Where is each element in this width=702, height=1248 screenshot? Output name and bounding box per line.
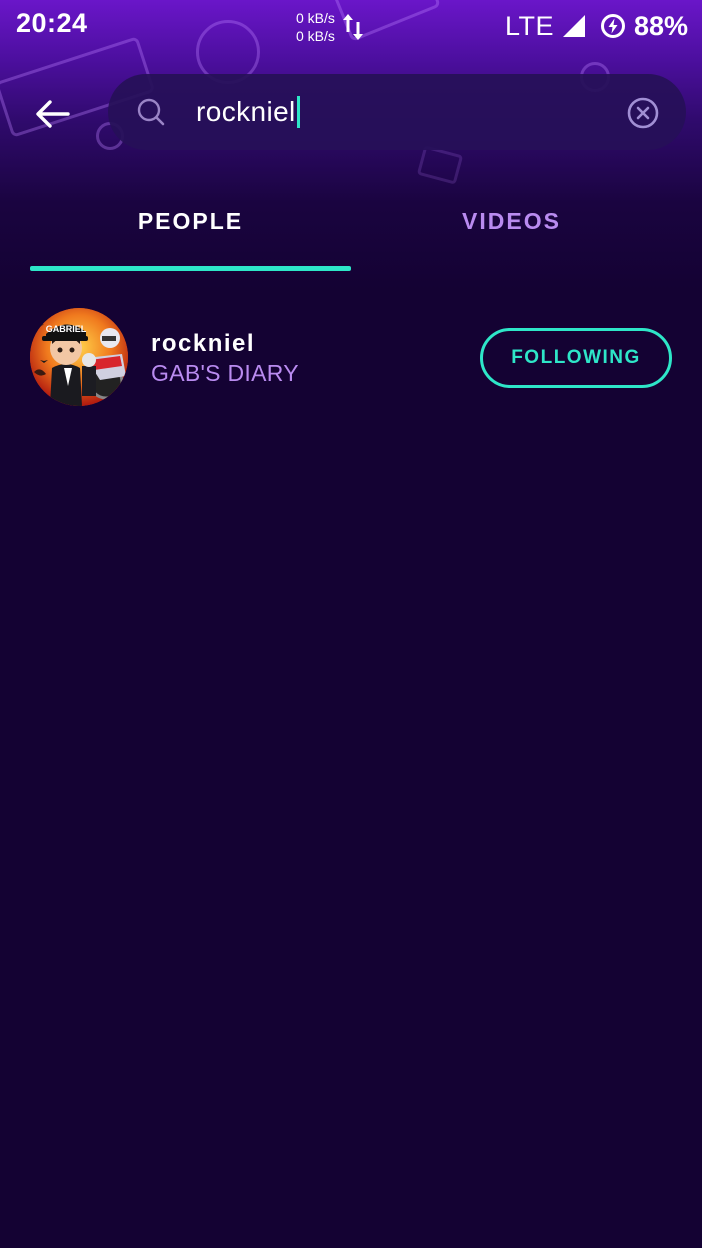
network-speed: 0 kB/s 0 kB/s — [296, 9, 335, 45]
battery-percent: 88% — [633, 10, 688, 41]
active-tab-indicator — [30, 266, 351, 271]
search-query: rockniel — [196, 96, 296, 127]
following-button[interactable]: FOLLOWING — [480, 328, 672, 388]
tab-people[interactable]: PEOPLE — [30, 190, 351, 272]
text-caret — [296, 96, 300, 128]
network-type: LTE — [504, 10, 554, 41]
tab-bar: PEOPLE VIDEOS — [30, 190, 672, 272]
avatar-image: GABRIEL — [30, 308, 128, 406]
arrow-left-icon — [36, 100, 70, 128]
signal-icon — [562, 15, 585, 37]
net-down-speed: 0 kB/s — [296, 28, 335, 44]
list-item[interactable]: GABRIEL rockniel GAB'S DIARY FOLLOWING — [30, 308, 672, 408]
clear-circle-icon[interactable] — [626, 96, 660, 130]
avatar-cap-text: GABRIEL — [46, 324, 87, 334]
decor-shape — [416, 145, 464, 185]
search-bar[interactable]: rockniel — [108, 74, 686, 150]
result-subtitle: GAB'S DIARY — [151, 360, 299, 386]
avatar[interactable]: GABRIEL — [30, 308, 128, 406]
up-down-arrows-icon — [343, 14, 363, 40]
battery-saver-icon — [600, 14, 625, 38]
search-input[interactable]: rockniel — [196, 90, 596, 134]
tab-videos[interactable]: VIDEOS — [351, 190, 672, 272]
status-right: LTE 88% — [505, 8, 688, 44]
search-icon — [137, 98, 165, 126]
net-up-speed: 0 kB/s — [296, 10, 335, 26]
back-button[interactable] — [28, 92, 78, 136]
screen: 20:24 0 kB/s 0 kB/s LTE 88% rockniel PEO… — [0, 0, 702, 1248]
result-username: rockniel — [151, 330, 256, 357]
status-time: 20:24 — [16, 8, 88, 38]
status-bar: 20:24 0 kB/s 0 kB/s LTE 88% — [0, 0, 702, 52]
